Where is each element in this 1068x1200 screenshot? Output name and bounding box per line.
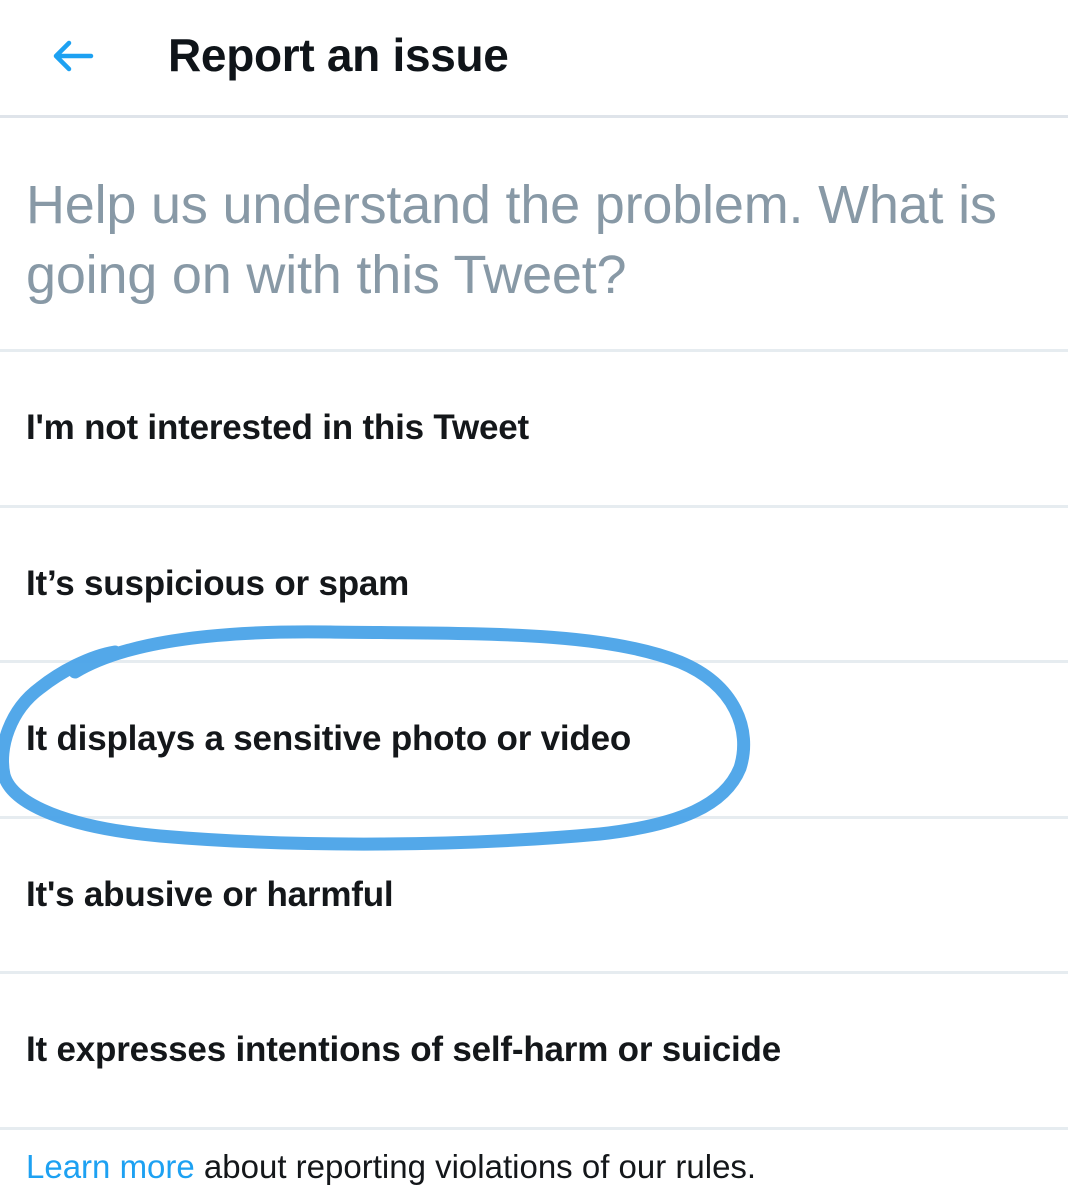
option-suspicious-spam[interactable]: It’s suspicious or spam: [0, 508, 1068, 663]
header-bar: Report an issue: [0, 0, 1068, 118]
option-label: It’s suspicious or spam: [26, 563, 410, 603]
option-not-interested[interactable]: I'm not interested in this Tweet: [0, 352, 1068, 508]
option-sensitive-media[interactable]: It displays a sensitive photo or video: [0, 663, 1068, 819]
option-label: I'm not interested in this Tweet: [26, 408, 529, 448]
footer-note: Learn more about reporting violations of…: [26, 1148, 756, 1186]
page-title: Report an issue: [168, 29, 509, 81]
option-label: It's abusive or harmful: [26, 874, 394, 914]
option-abusive-harmful[interactable]: It's abusive or harmful: [0, 819, 1068, 974]
option-label: It displays a sensitive photo or video: [26, 719, 632, 759]
option-self-harm[interactable]: It expresses intentions of self-harm or …: [0, 974, 1068, 1130]
arrow-left-icon: [53, 40, 94, 72]
learn-more-link[interactable]: Learn more: [26, 1148, 195, 1185]
footer-text: about reporting violations of our rules.: [194, 1148, 757, 1185]
prompt-question: Help us understand the problem. What is …: [26, 175, 997, 305]
report-options-list: I'm not interested in this Tweet It’s su…: [0, 352, 1068, 1130]
report-issue-screen: Report an issue Help us understand the p…: [0, 0, 1068, 1200]
option-label: It expresses intentions of self-harm or …: [26, 1030, 781, 1070]
back-button[interactable]: [38, 24, 108, 88]
